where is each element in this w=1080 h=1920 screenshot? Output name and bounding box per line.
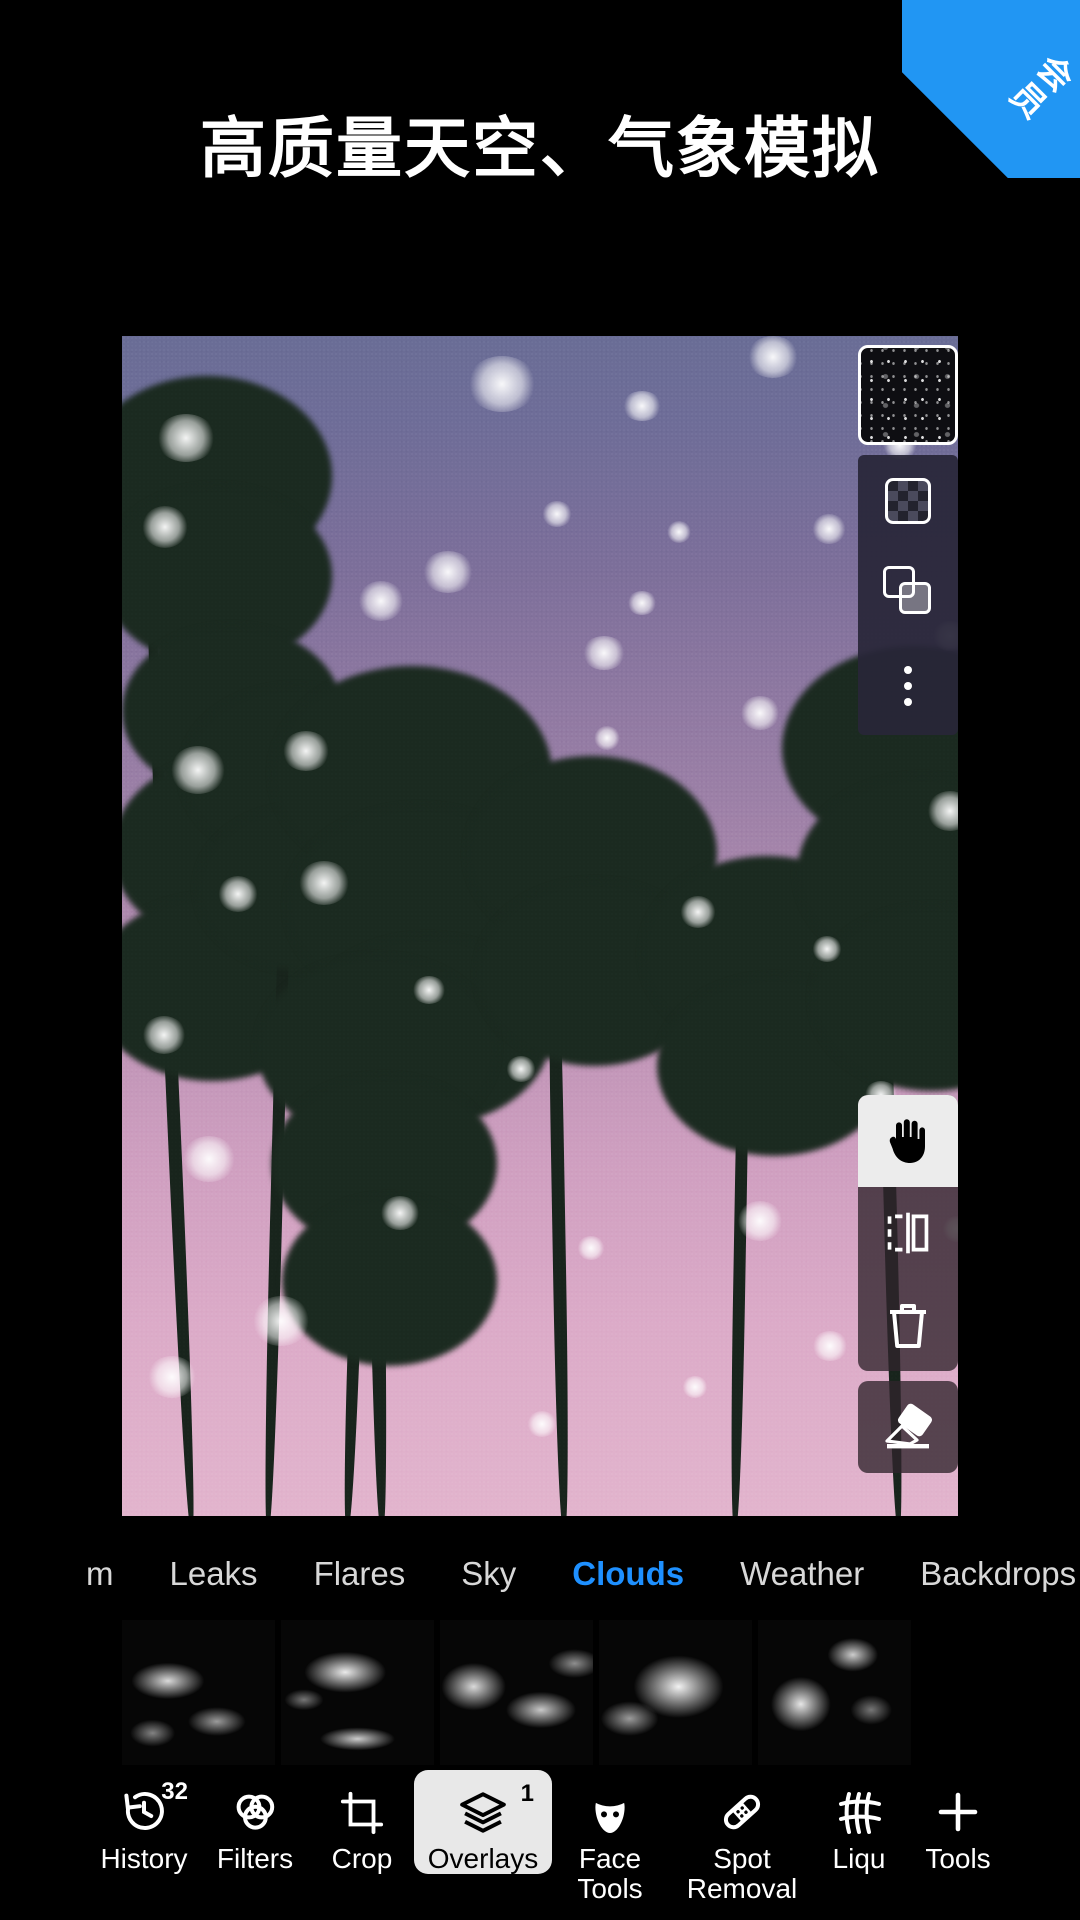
nav-crop[interactable]: Crop [310,1770,414,1874]
face-tools-icon [588,1784,632,1836]
tab-weather[interactable]: Weather [712,1555,892,1593]
overlays-badge: 1 [520,1780,534,1807]
layer-thumbnail-texture [861,348,955,442]
spot-removal-bandage-icon [718,1784,766,1836]
overlay-thumb-1[interactable] [122,1620,275,1765]
canvas-tool-panel [858,1095,958,1473]
delete-tool-button[interactable] [858,1279,958,1371]
nav-label: Face Tools [577,1843,643,1904]
nav-label: Crop [331,1843,393,1874]
tool-group-gap [858,1371,958,1381]
layer-thumbnail[interactable] [858,345,958,445]
eraser-tool-button[interactable] [858,1381,958,1473]
tab-sky[interactable]: Sky [433,1555,544,1593]
tools-plus-icon [934,1784,982,1836]
eraser-icon [885,1403,933,1449]
blend-mode-button[interactable] [858,545,958,637]
app-root: 高质量天空、气象模拟 会员 m Leaks Flares Sky Clouds … [0,0,1080,1920]
nav-tools[interactable]: Tools [902,1770,1014,1874]
tab-backdrops[interactable]: Backdrops [892,1555,1080,1593]
overlay-thumb-5[interactable] [758,1620,911,1765]
crop-icon [339,1784,385,1836]
overlay-thumb-2[interactable] [281,1620,434,1765]
nav-label: Overlays [427,1843,539,1874]
overlay-category-tabs[interactable]: m Leaks Flares Sky Clouds Weather Backdr… [0,1536,1080,1612]
nav-label: Liqu [832,1843,886,1874]
opacity-checkerboard-icon [885,478,931,524]
layer-more-button[interactable] [858,640,958,732]
liquify-grid-icon [837,1784,881,1836]
pan-hand-icon [889,1119,925,1163]
tab-leaks[interactable]: Leaks [142,1555,286,1593]
delete-trash-icon [890,1304,926,1348]
tab-flares[interactable]: Flares [286,1555,434,1593]
opacity-button[interactable] [858,455,958,547]
nav-face-tools[interactable]: Face Tools [552,1770,668,1903]
tool-group-primary [858,1095,958,1371]
history-badge: 32 [161,1778,188,1805]
filters-circles-icon [231,1784,279,1836]
bottom-navigation: 32 History Filters Crop 1 Overlays Face … [0,1770,1080,1920]
nav-history[interactable]: 32 History [88,1770,200,1874]
vip-ribbon[interactable]: 会员 [902,0,1080,178]
tab-m[interactable]: m [86,1555,142,1593]
overlay-thumb-4[interactable] [599,1620,752,1765]
nav-label: History [100,1843,188,1874]
pan-tool-button[interactable] [858,1095,958,1187]
overlay-thumbnail-strip [0,1620,1080,1765]
nav-spot-removal[interactable]: Spot Removal [668,1770,816,1903]
nav-label: Filters [216,1843,294,1874]
film-grain [122,336,958,1516]
overlay-thumbnails [122,1620,911,1765]
nav-label: Tools [925,1843,991,1874]
overlays-layers-icon [458,1784,508,1836]
photo-canvas[interactable] [122,336,958,1516]
nav-filters[interactable]: Filters [200,1770,310,1874]
blend-mode-icon [883,566,933,616]
nav-overlays[interactable]: 1 Overlays [414,1770,552,1874]
overlay-thumb-3[interactable] [440,1620,593,1765]
nav-liquify[interactable]: Liqu [816,1770,902,1874]
tool-group-eraser [858,1381,958,1473]
tab-clouds[interactable]: Clouds [544,1555,712,1593]
more-options-icon [904,666,912,706]
flip-mirror-icon [887,1212,929,1254]
flip-tool-button[interactable] [858,1187,958,1279]
nav-label: Spot Removal [686,1843,798,1904]
